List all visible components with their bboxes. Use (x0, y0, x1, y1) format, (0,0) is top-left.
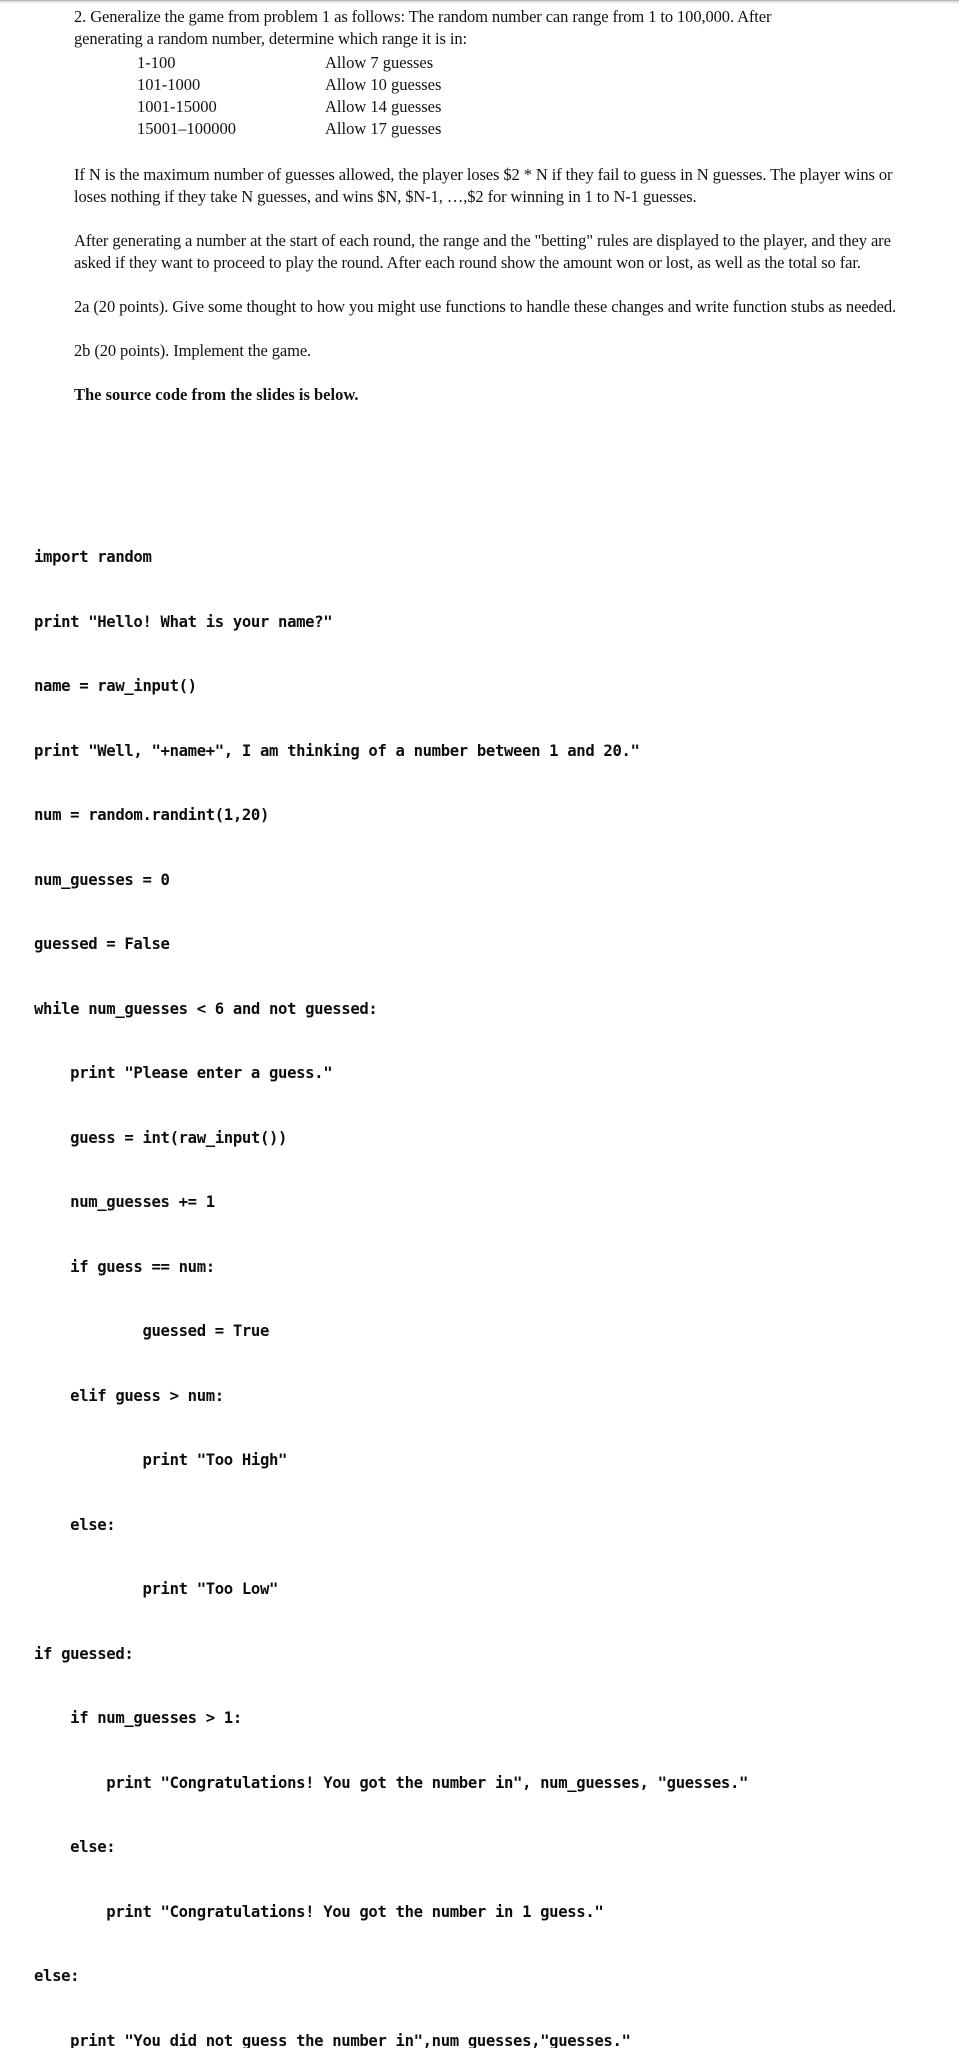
round-flow-paragraph: After generating a number at the start o… (74, 230, 904, 274)
allowance-value: Allow 7 guesses (325, 52, 441, 74)
code-line: print "Please enter a guess." (34, 1063, 959, 1085)
code-line: num_guesses = 0 (34, 870, 959, 892)
code-line: else: (34, 1966, 959, 1988)
code-line: print "Too High" (34, 1450, 959, 1472)
code-line: print "Too Low" (34, 1579, 959, 1601)
code-line: guessed = True (34, 1321, 959, 1343)
source-code-block: import random print "Hello! What is your… (34, 504, 959, 2048)
code-line: print "Congratulations! You got the numb… (34, 1902, 959, 1924)
code-line: print "Congratulations! You got the numb… (34, 1773, 959, 1795)
ranges-table-body: 1-100 Allow 7 guesses 101-1000 Allow 10 … (137, 52, 441, 140)
range-value: 1001-15000 (137, 96, 325, 118)
code-line: while num_guesses < 6 and not guessed: (34, 999, 959, 1021)
code-line: name = raw_input() (34, 676, 959, 698)
prose-region: 2. Generalize the game from problem 1 as… (74, 6, 904, 406)
code-line: import random (34, 547, 959, 569)
code-line: if guessed: (34, 1644, 959, 1666)
source-code-note: The source code from the slides is below… (74, 384, 904, 406)
allowance-value: Allow 17 guesses (325, 118, 441, 140)
problem-statement-line-2: generating a random number, determine wh… (74, 28, 904, 50)
ranges-table: 1-100 Allow 7 guesses 101-1000 Allow 10 … (137, 52, 441, 140)
code-line: guessed = False (34, 934, 959, 956)
table-row: 15001–100000 Allow 17 guesses (137, 118, 441, 140)
code-line: else: (34, 1515, 959, 1537)
problem-statement-line-1: 2. Generalize the game from problem 1 as… (74, 6, 904, 28)
code-line: guess = int(raw_input()) (34, 1128, 959, 1150)
code-line: num_guesses += 1 (34, 1192, 959, 1214)
allowance-value: Allow 10 guesses (325, 74, 441, 96)
document-page: 2. Generalize the game from problem 1 as… (0, 0, 959, 1024)
spacer (74, 274, 904, 296)
spacer (74, 362, 904, 384)
betting-rules-paragraph: If N is the maximum number of guesses al… (74, 164, 904, 208)
code-line: print "You did not guess the number in",… (34, 2031, 959, 2048)
code-line: else: (34, 1837, 959, 1859)
code-line: print "Well, "+name+", I am thinking of … (34, 741, 959, 763)
table-row: 101-1000 Allow 10 guesses (137, 74, 441, 96)
spacer (74, 318, 904, 340)
part-2a-paragraph: 2a (20 points). Give some thought to how… (74, 296, 904, 318)
code-line: if guess == num: (34, 1257, 959, 1279)
spacer (74, 208, 904, 230)
code-line: print "Hello! What is your name?" (34, 612, 959, 634)
range-value: 101-1000 (137, 74, 325, 96)
table-row: 1-100 Allow 7 guesses (137, 52, 441, 74)
code-line: num = random.randint(1,20) (34, 805, 959, 827)
spacer (74, 140, 904, 164)
range-value: 1-100 (137, 52, 325, 74)
allowance-value: Allow 14 guesses (325, 96, 441, 118)
code-line: if num_guesses > 1: (34, 1708, 959, 1730)
part-2b-paragraph: 2b (20 points). Implement the game. (74, 340, 904, 362)
range-value: 15001–100000 (137, 118, 325, 140)
code-line: elif guess > num: (34, 1386, 959, 1408)
table-row: 1001-15000 Allow 14 guesses (137, 96, 441, 118)
